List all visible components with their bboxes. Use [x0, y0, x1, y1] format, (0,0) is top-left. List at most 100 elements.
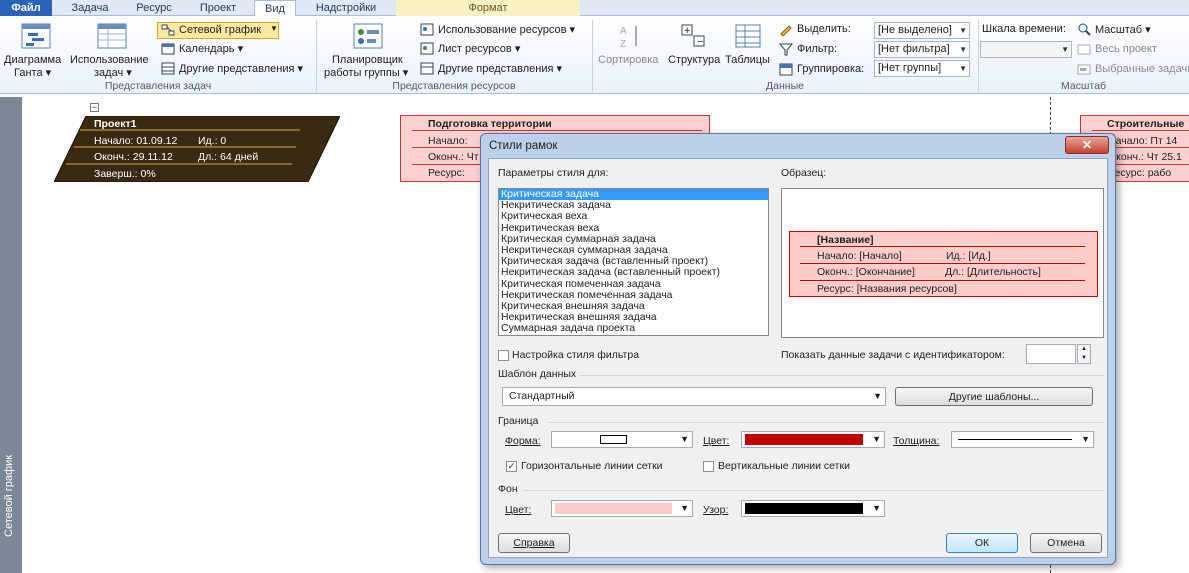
svg-text:Z: Z — [620, 39, 626, 50]
filter-label: Фильтр: — [797, 43, 838, 55]
selected-tasks-button[interactable]: Выбранные задачи — [1095, 63, 1189, 75]
zoom-icon — [1078, 23, 1091, 36]
project-node-duration: Дл.: 64 дней — [198, 151, 259, 163]
box-styles-dialog: Стили рамок ✕ Параметры стиля для: Образ… — [480, 133, 1116, 565]
horizontal-grid-checkbox[interactable]: ✓ — [506, 461, 517, 472]
data-group-label: Данные — [766, 80, 804, 92]
vertical-grid-checkbox[interactable] — [703, 461, 714, 472]
task-usage-label2[interactable]: задач ▾ — [94, 66, 132, 79]
tab-project[interactable]: Проект — [188, 0, 248, 16]
cancel-button[interactable]: Отмена — [1030, 533, 1102, 553]
construction-node-start: Начало: Пт 14 — [1108, 135, 1178, 147]
other-resource-views-icon — [420, 62, 434, 75]
chevron-down-icon: ▼ — [680, 503, 689, 513]
show-id-label: Показать данные задачи с идентификатором… — [781, 349, 1005, 361]
tab-format[interactable]: Формат — [396, 0, 580, 16]
selected-tasks-icon — [1077, 64, 1091, 75]
other-task-views-button[interactable]: Другие представления ▾ — [179, 62, 303, 75]
rectangle-icon — [600, 435, 627, 444]
filter-value: [Нет фильтра] — [878, 43, 950, 55]
project-node-complete: Заверш.: 0% — [94, 168, 156, 180]
project-node-id: Ид.: 0 — [198, 135, 227, 147]
chevron-down-icon: ▼ — [680, 434, 689, 444]
data-template-select[interactable]: Стандартный ▼ — [502, 387, 886, 406]
view-bar: Сетевой график — [0, 97, 22, 573]
style-list-item[interactable]: Критическая веха — [499, 211, 768, 222]
network-diagram-button[interactable]: Сетевой график ▼ — [157, 22, 279, 39]
other-views-icon — [161, 62, 175, 75]
resource-sheet-button[interactable]: Лист ресурсов ▾ — [438, 42, 520, 55]
style-list-item[interactable]: Некритическая задача (вставленный проект… — [499, 267, 768, 278]
collapse-toggle[interactable]: − — [90, 103, 99, 112]
style-list-item[interactable]: Суммарная задача проекта — [499, 323, 768, 334]
border-color-select[interactable]: ▼ — [741, 431, 885, 448]
team-planner-label[interactable]: Планировщик — [332, 54, 403, 66]
preview-box: [Название] Начало: [Начало] Ид.: [Ид.] О… — [781, 188, 1104, 338]
filter-style-checkbox[interactable] — [498, 350, 509, 361]
calendar-button[interactable]: Календарь ▾ — [179, 42, 243, 55]
site-node-start: Начало: — [428, 135, 468, 147]
zoom-button[interactable]: Масштаб ▾ — [1095, 23, 1151, 36]
node-divider — [800, 263, 1085, 264]
group-by-icon — [779, 63, 793, 76]
ok-button[interactable]: ОК — [946, 533, 1018, 553]
calendar-icon — [161, 43, 175, 55]
other-resource-views-button[interactable]: Другие представления ▾ — [438, 62, 562, 75]
preview-finish: Оконч.: [Окончание] — [817, 266, 915, 278]
data-template-section: Шаблон данных — [498, 368, 577, 380]
style-list-item[interactable]: Критическая помеченная задача — [499, 278, 768, 290]
project-node-finish: Оконч.: 29.11.12 — [94, 151, 173, 163]
help-button[interactable]: Справка — [498, 533, 570, 553]
close-icon[interactable]: ✕ — [1065, 136, 1109, 154]
node-divider — [800, 246, 1085, 247]
highlight-value: [Не выделено] — [878, 24, 952, 36]
timescale-label: Шкала времени: — [982, 23, 1066, 35]
team-planner-icon — [353, 23, 383, 49]
chevron-down-icon: ▼ — [1061, 45, 1069, 54]
shape-select[interactable]: ▼ — [551, 431, 693, 448]
chevron-down-icon: ▼ — [959, 45, 967, 54]
task-usage-label[interactable]: Использование — [70, 54, 149, 66]
pattern-select[interactable]: ▼ — [741, 500, 885, 517]
network-diagram-label: Сетевой график — [179, 24, 262, 36]
style-list[interactable]: Критическая задача Некритическая задача Кр… — [498, 188, 769, 336]
gantt-label2[interactable]: Ганта ▾ — [14, 66, 51, 79]
border-width-select[interactable]: ▼ — [951, 431, 1094, 448]
dialog-body: Параметры стиля для: Образец: Критическа… — [488, 158, 1108, 558]
task-id-input[interactable] — [1026, 344, 1076, 364]
preview-id: Ид.: [Ид.] — [946, 250, 991, 262]
task-id-spinner[interactable]: ▲ ▼ — [1077, 344, 1091, 364]
shape-label: Форма: — [505, 435, 541, 447]
highlight-label: Выделить: — [797, 23, 851, 35]
site-node-name: Подготовка территории — [428, 118, 552, 130]
tables-button[interactable]: Таблицы — [725, 54, 770, 66]
outline-button[interactable]: Структура — [668, 54, 720, 66]
zoom-group-label: Масштаб — [1061, 80, 1106, 92]
gantt-chart-icon — [21, 23, 51, 49]
tab-resource[interactable]: Ресурс — [124, 0, 184, 16]
team-planner-label2[interactable]: работы группы ▾ — [324, 66, 408, 79]
group-by-value: [Нет группы] — [878, 62, 942, 74]
sort-button[interactable]: Сортировка — [598, 54, 658, 66]
dialog-title: Стили рамок — [489, 140, 558, 152]
more-templates-button[interactable]: Другие шаблоны... — [895, 387, 1093, 406]
tab-task[interactable]: Задача — [58, 0, 122, 16]
timescale-combo[interactable]: ▼ — [980, 41, 1072, 58]
entire-project-button[interactable]: Весь проект — [1095, 43, 1157, 55]
filter-icon — [779, 43, 793, 56]
group-by-label: Группировка: — [797, 63, 865, 75]
filter-style-label: Настройка стиля фильтра — [512, 349, 640, 361]
chevron-down-icon: ▼ — [873, 391, 882, 401]
tab-file[interactable]: Файл — [0, 0, 52, 16]
highlight-combo[interactable]: [Не выделено] ▼ — [874, 22, 970, 39]
background-color-select[interactable]: ▼ — [551, 500, 693, 517]
preview-name: [Название] — [817, 234, 874, 246]
resource-usage-button[interactable]: Использование ресурсов ▾ — [438, 23, 575, 36]
tab-addins[interactable]: Надстройки — [300, 0, 392, 16]
tab-view[interactable]: Вид — [254, 0, 296, 17]
node-divider — [412, 130, 702, 131]
style-settings-label: Параметры стиля для: — [498, 167, 609, 179]
gantt-label[interactable]: Диаграмма — [4, 54, 61, 66]
group-by-combo[interactable]: [Нет группы] ▼ — [874, 60, 970, 77]
filter-combo[interactable]: [Нет фильтра] ▼ — [874, 41, 970, 58]
